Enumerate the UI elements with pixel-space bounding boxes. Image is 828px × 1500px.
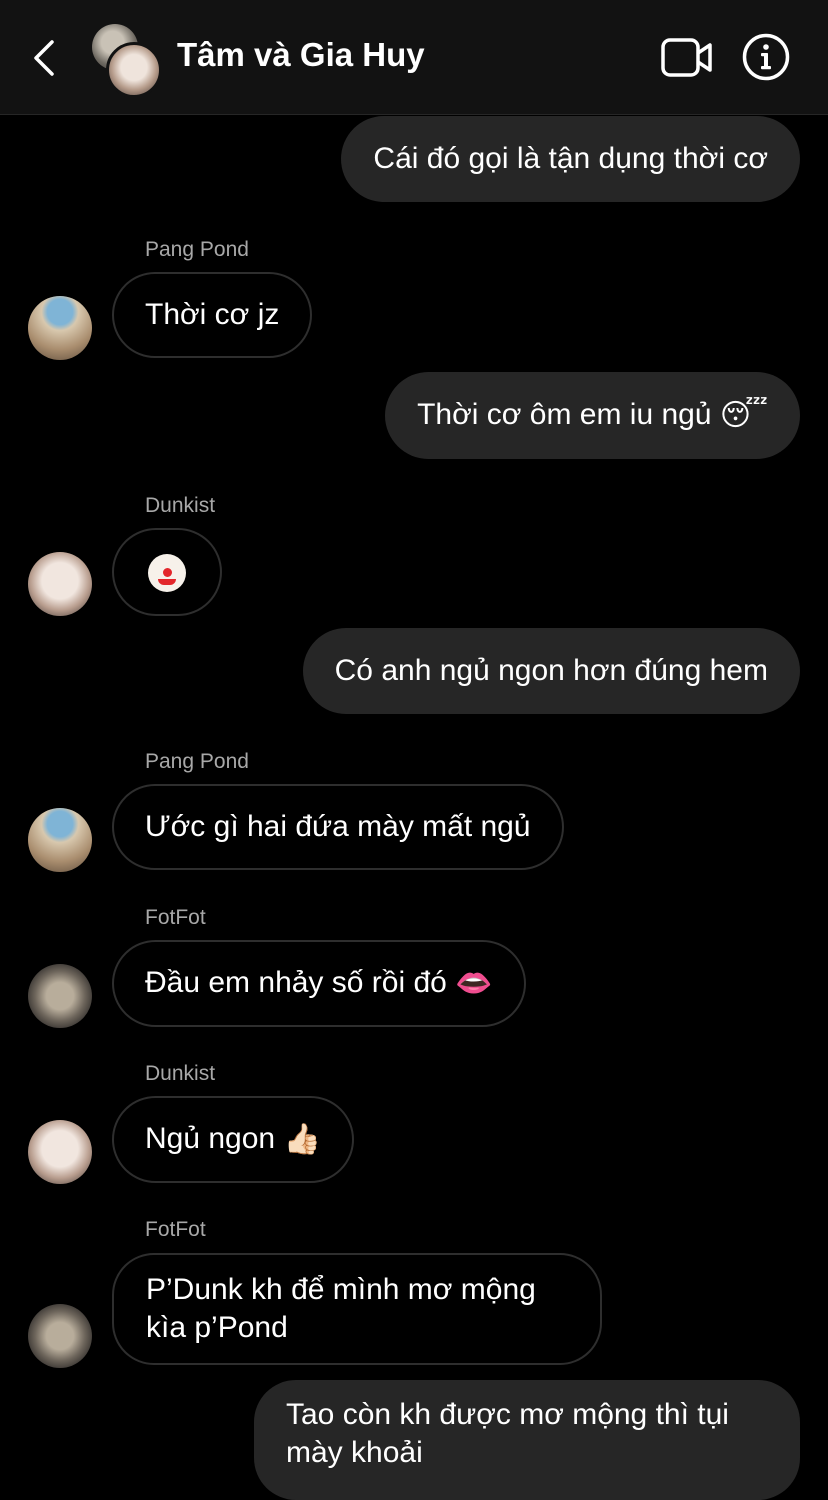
- message-text-line: mày khoải: [286, 1436, 423, 1469]
- chat-title[interactable]: Tâm và Gia Huy: [177, 36, 425, 74]
- clown-face-emoji: [148, 554, 186, 593]
- info-icon: [742, 33, 790, 81]
- group-avatar[interactable]: [92, 24, 162, 98]
- message-text: Ngủ ngon: [145, 1122, 276, 1155]
- incoming-message-bubble[interactable]: P’Dunk kh để mình mơ mộng kìa p’Pond: [112, 1253, 602, 1365]
- sender-avatar[interactable]: [28, 552, 92, 616]
- info-button[interactable]: [742, 33, 790, 81]
- message-text-line: P’Dunk kh để mình mơ mộng: [146, 1273, 536, 1306]
- sender-name: Pang Pond: [145, 750, 249, 773]
- video-call-button[interactable]: [660, 36, 714, 80]
- message-text: Thời cơ jz: [145, 298, 280, 331]
- incoming-message-bubble[interactable]: Đầu em nhảy số rồi đó 👄: [112, 940, 526, 1028]
- sender-avatar[interactable]: [28, 964, 92, 1028]
- sender-name: Dunkist: [145, 1062, 216, 1085]
- sender-name: FotFot: [145, 906, 206, 929]
- message-text: Đầu em nhảy số rồi đó: [145, 966, 447, 999]
- outgoing-message-bubble[interactable]: Thời cơ ôm em iu ngủ 😴: [385, 372, 800, 460]
- sleeping-face-emoji: 😴: [719, 398, 768, 434]
- message-text: Cái đó gọi là tận dụng thời cơ: [373, 142, 768, 175]
- message-text: Thời cơ ôm em iu ngủ: [417, 398, 712, 431]
- member-avatar: [106, 42, 162, 98]
- chat-header: Tâm và Gia Huy: [0, 0, 828, 115]
- sender-avatar[interactable]: [28, 296, 92, 360]
- chevron-left-icon: [34, 40, 54, 76]
- sender-name: Dunkist: [145, 494, 216, 517]
- incoming-message-bubble[interactable]: Ước gì hai đứa mày mất ngủ: [112, 784, 564, 870]
- message-text: Có anh ngủ ngon hơn đúng hem: [334, 654, 768, 687]
- video-call-icon: [661, 38, 712, 77]
- incoming-message-bubble[interactable]: [112, 528, 222, 616]
- incoming-message-bubble[interactable]: Ngủ ngon 👍🏻: [112, 1096, 354, 1184]
- outgoing-message-bubble[interactable]: Tao còn kh được mơ mộng thì tụi mày khoả…: [254, 1380, 800, 1500]
- incoming-message-bubble[interactable]: Thời cơ jz: [112, 272, 313, 358]
- message-text-line: kìa p’Pond: [146, 1311, 288, 1344]
- sender-avatar[interactable]: [28, 1120, 92, 1184]
- sender-name: FotFot: [145, 1218, 206, 1241]
- lips-emoji: 👄: [455, 966, 493, 1002]
- message-text-line: Tao còn kh được mơ mộng thì tụi: [286, 1398, 729, 1431]
- message-text: Ước gì hai đứa mày mất ngủ: [145, 810, 531, 843]
- sender-avatar[interactable]: [28, 808, 92, 872]
- sender-avatar[interactable]: [28, 1304, 92, 1368]
- outgoing-message-bubble[interactable]: Có anh ngủ ngon hơn đúng hem: [302, 628, 800, 714]
- sender-name: Pang Pond: [145, 238, 249, 261]
- back-button[interactable]: [28, 36, 64, 80]
- thumbs-up-emoji: 👍🏻: [283, 1122, 321, 1158]
- outgoing-message-bubble[interactable]: Cái đó gọi là tận dụng thời cơ: [341, 116, 800, 202]
